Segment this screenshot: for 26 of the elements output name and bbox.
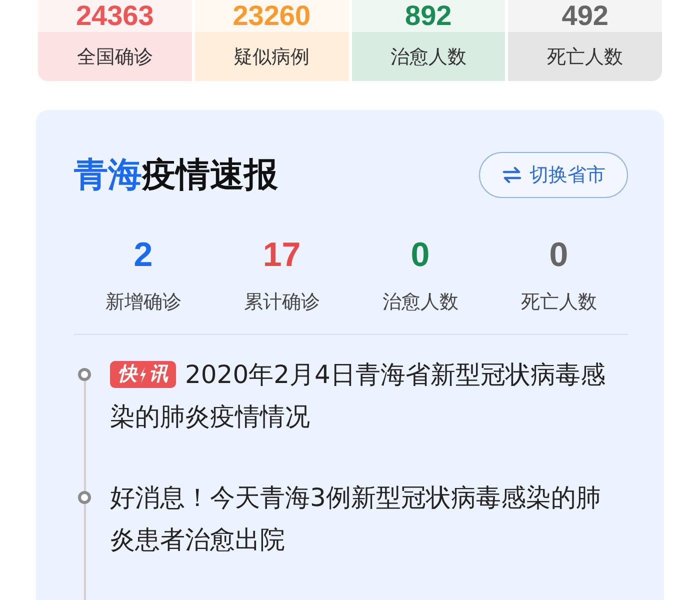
stat-number: 0: [410, 235, 431, 275]
lightning-icon: [139, 366, 147, 382]
stat-number: 0: [548, 235, 570, 275]
panel-title: 青海疫情速报: [74, 154, 278, 197]
stat-label: 死亡人数: [520, 290, 598, 315]
summary-label: 死亡人数: [546, 45, 624, 70]
switch-region-button[interactable]: 切换省市: [479, 152, 628, 198]
stat-label: 新增确诊: [104, 290, 182, 315]
ring-icon: [78, 368, 91, 381]
news-headline[interactable]: 快 讯 2020年2月4日青海省新型冠状病毒感染的肺炎疫情情况: [110, 354, 616, 438]
badge-label: 讯: [149, 362, 168, 387]
stat-number: 2: [132, 235, 154, 275]
summary-label: 疑似病例: [232, 45, 311, 70]
swap-arrows-icon: [502, 167, 522, 183]
stat-label: 累计确诊: [242, 290, 321, 315]
news-headline[interactable]: 好消息！今天青海3例新型冠状病毒感染的肺炎患者治愈出院: [110, 477, 616, 561]
summary-label: 治愈人数: [389, 45, 468, 70]
badge-label: 快: [118, 362, 137, 387]
summary-label: 全国确诊: [76, 45, 154, 70]
summary-number: 492: [508, 0, 662, 32]
stat-label: 治愈人数: [381, 290, 460, 315]
ring-icon: [78, 491, 91, 504]
summary-number: 892: [352, 0, 506, 32]
summary-number: 24363: [38, 0, 192, 32]
summary-number: 23260: [194, 0, 348, 32]
stat-number: 17: [262, 235, 302, 275]
